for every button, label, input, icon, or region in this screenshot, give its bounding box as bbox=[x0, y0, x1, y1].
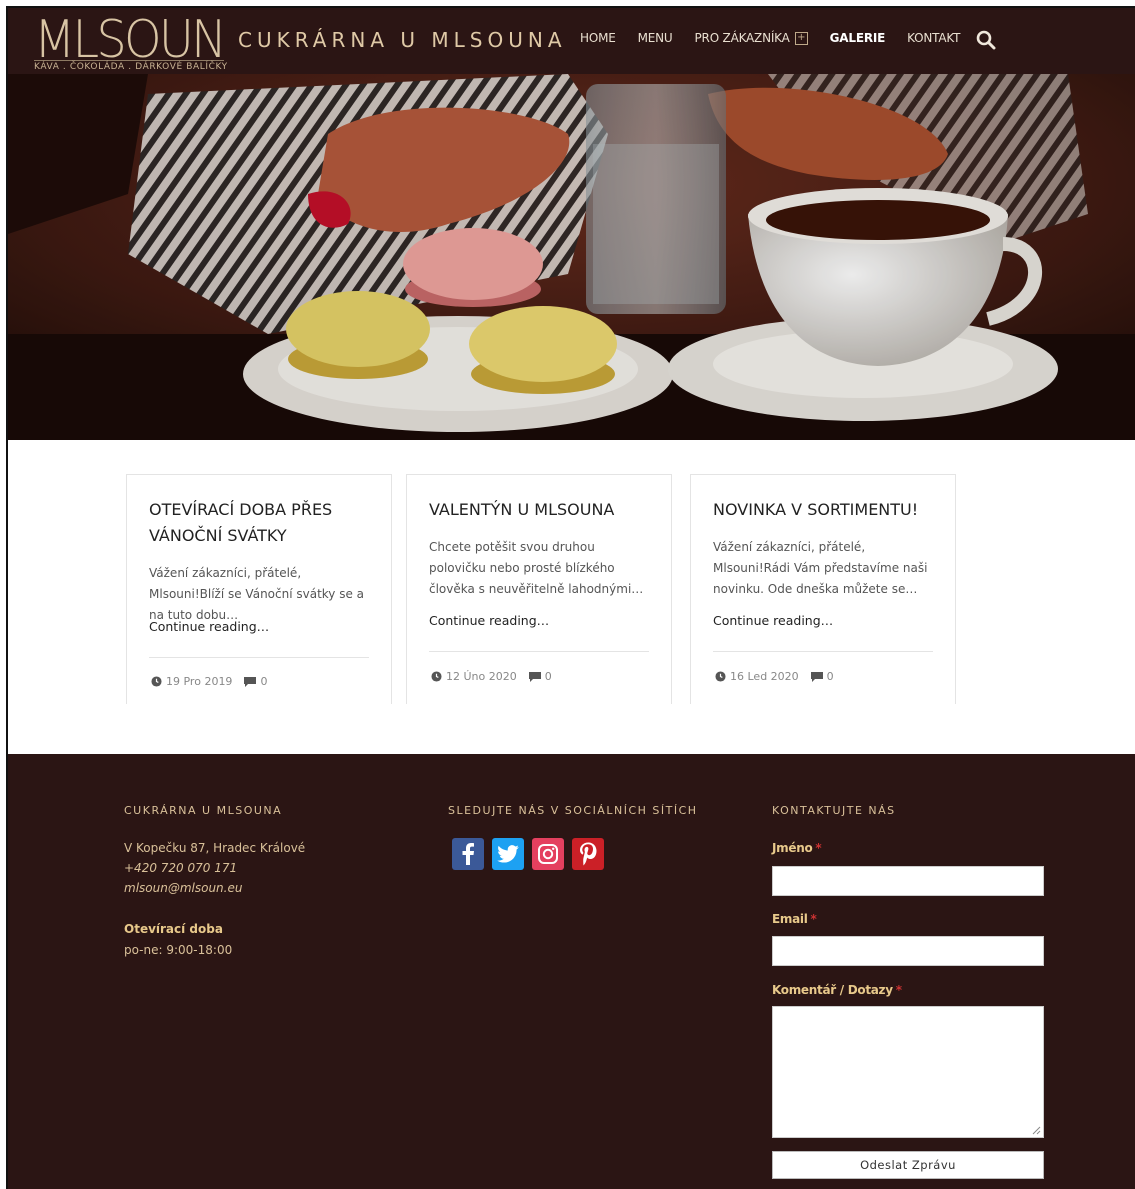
hero-image bbox=[8, 74, 1135, 440]
nav-label: GALERIE bbox=[829, 31, 886, 45]
post-title[interactable]: NOVINKA V SORTIMENTU! bbox=[713, 497, 937, 523]
continue-reading-link[interactable]: Continue reading… bbox=[429, 613, 549, 628]
name-input[interactable] bbox=[772, 866, 1044, 896]
footer-hours-title: Otevírací doba bbox=[124, 922, 223, 936]
footer-phone[interactable]: +420 720 070 171 bbox=[124, 858, 237, 878]
required-mark: * bbox=[810, 912, 817, 926]
name-label: Jméno * bbox=[772, 841, 822, 855]
post-card: NOVINKA V SORTIMENTU! Vážení zákazníci, … bbox=[690, 474, 956, 704]
comment-textarea[interactable] bbox=[772, 1006, 1044, 1138]
nav-label: MENU bbox=[637, 31, 673, 45]
clock-icon bbox=[431, 671, 442, 682]
social-links bbox=[452, 838, 612, 870]
card-divider bbox=[713, 651, 933, 652]
email-label: Email * bbox=[772, 912, 817, 926]
comment-icon bbox=[810, 671, 823, 682]
site-header: MLSOUN KÁVA . ČOKOLÁDA . DÁRKOVÉ BALÍČKY… bbox=[8, 8, 1135, 74]
post-card: VALENTÝN U MLSOUNA Chcete potěšit svou d… bbox=[406, 474, 672, 704]
nav-label: HOME bbox=[580, 31, 616, 45]
comment-count[interactable]: 0 bbox=[260, 675, 267, 688]
footer-col1-title: CUKRÁRNA U MLSOUNA bbox=[124, 804, 283, 817]
footer-email[interactable]: mlsoun@mlsoun.eu bbox=[124, 878, 242, 898]
nav-label: PRO ZÁKAZNÍKA bbox=[694, 31, 790, 45]
email-label-text: Email bbox=[772, 912, 808, 926]
pinterest-icon[interactable] bbox=[572, 838, 604, 870]
post-meta: 16 Led 2020 0 bbox=[715, 670, 834, 683]
logo-tagline: KÁVA . ČOKOLÁDA . DÁRKOVÉ BALÍČKY bbox=[34, 60, 228, 72]
card-divider bbox=[429, 651, 649, 652]
facebook-icon[interactable] bbox=[452, 838, 484, 870]
card-divider bbox=[149, 657, 369, 658]
post-title[interactable]: OTEVÍRACÍ DOBA PŘES VÁNOČNÍ SVÁTKY bbox=[149, 497, 373, 549]
nav-item-menu[interactable]: MENU bbox=[638, 31, 673, 45]
clock-icon bbox=[151, 676, 162, 687]
email-input[interactable] bbox=[772, 936, 1044, 966]
post-excerpt: Chcete potěšit svou druhou polovičku neb… bbox=[429, 540, 644, 596]
required-mark: * bbox=[895, 983, 902, 997]
comment-count[interactable]: 0 bbox=[545, 670, 552, 683]
post-excerpt: Vážení zákazníci, přátelé, Mlsouni!Blíží… bbox=[149, 566, 365, 622]
comment-icon bbox=[528, 671, 541, 682]
post-meta: 19 Pro 2019 0 bbox=[151, 675, 267, 688]
post-title[interactable]: VALENTÝN U MLSOUNA bbox=[429, 497, 653, 523]
expand-plus-icon[interactable]: + bbox=[794, 31, 808, 45]
resize-handle-icon[interactable] bbox=[1032, 1126, 1041, 1135]
page-frame: MLSOUN KÁVA . ČOKOLÁDA . DÁRKOVÉ BALÍČKY… bbox=[6, 6, 1135, 1189]
post-date: 12 Úno 2020 bbox=[446, 670, 517, 683]
comment-label-text: Komentář / Dotazy bbox=[772, 983, 893, 997]
required-mark: * bbox=[815, 841, 822, 855]
nav-label: KONTAKT bbox=[907, 31, 961, 45]
posts-section: OTEVÍRACÍ DOBA PŘES VÁNOČNÍ SVÁTKY Vážen… bbox=[126, 474, 986, 704]
nav-item-home[interactable]: HOME bbox=[580, 31, 616, 45]
post-meta: 12 Úno 2020 0 bbox=[431, 670, 552, 683]
post-card: OTEVÍRACÍ DOBA PŘES VÁNOČNÍ SVÁTKY Vážen… bbox=[126, 474, 392, 704]
footer-hours: po-ne: 9:00-18:00 bbox=[124, 943, 233, 957]
footer-col2-title: SLEDUJTE NÁS V SOCIÁLNÍCH SÍTÍCH bbox=[448, 804, 698, 817]
search-icon[interactable] bbox=[976, 30, 996, 50]
instagram-icon[interactable] bbox=[532, 838, 564, 870]
site-logo[interactable]: MLSOUN KÁVA . ČOKOLÁDA . DÁRKOVÉ BALÍČKY bbox=[30, 10, 228, 72]
post-date: 19 Pro 2019 bbox=[166, 675, 233, 688]
footer-col3-title: KONTAKTUJTE NÁS bbox=[772, 804, 896, 817]
continue-reading-link[interactable]: Continue reading… bbox=[713, 613, 833, 628]
twitter-icon[interactable] bbox=[492, 838, 524, 870]
nav-item-pro-zakaznika[interactable]: PRO ZÁKAZNÍKA + bbox=[695, 31, 808, 45]
continue-reading-link[interactable]: Continue reading… bbox=[149, 619, 269, 634]
hero-illustration bbox=[8, 74, 1135, 440]
nav-item-galerie[interactable]: GALERIE bbox=[829, 31, 886, 45]
comment-label: Komentář / Dotazy * bbox=[772, 983, 902, 997]
comment-count[interactable]: 0 bbox=[827, 670, 834, 683]
post-excerpt: Vážení zákazníci, přátelé, Mlsouni!Rádi … bbox=[713, 540, 928, 596]
submit-button[interactable]: Odeslat Zprávu bbox=[772, 1151, 1044, 1179]
post-date: 16 Led 2020 bbox=[730, 670, 799, 683]
footer-address: V Kopečku 87, Hradec Králové bbox=[124, 841, 306, 855]
comment-icon bbox=[244, 676, 257, 687]
site-title[interactable]: CUKRÁRNA U MLSOUNA bbox=[238, 28, 567, 52]
clock-icon bbox=[715, 671, 726, 682]
main-nav: HOME MENU PRO ZÁKAZNÍKA + GALERIE KONTAKT bbox=[580, 31, 982, 45]
name-label-text: Jméno bbox=[772, 841, 813, 855]
nav-item-kontakt[interactable]: KONTAKT bbox=[907, 31, 960, 45]
